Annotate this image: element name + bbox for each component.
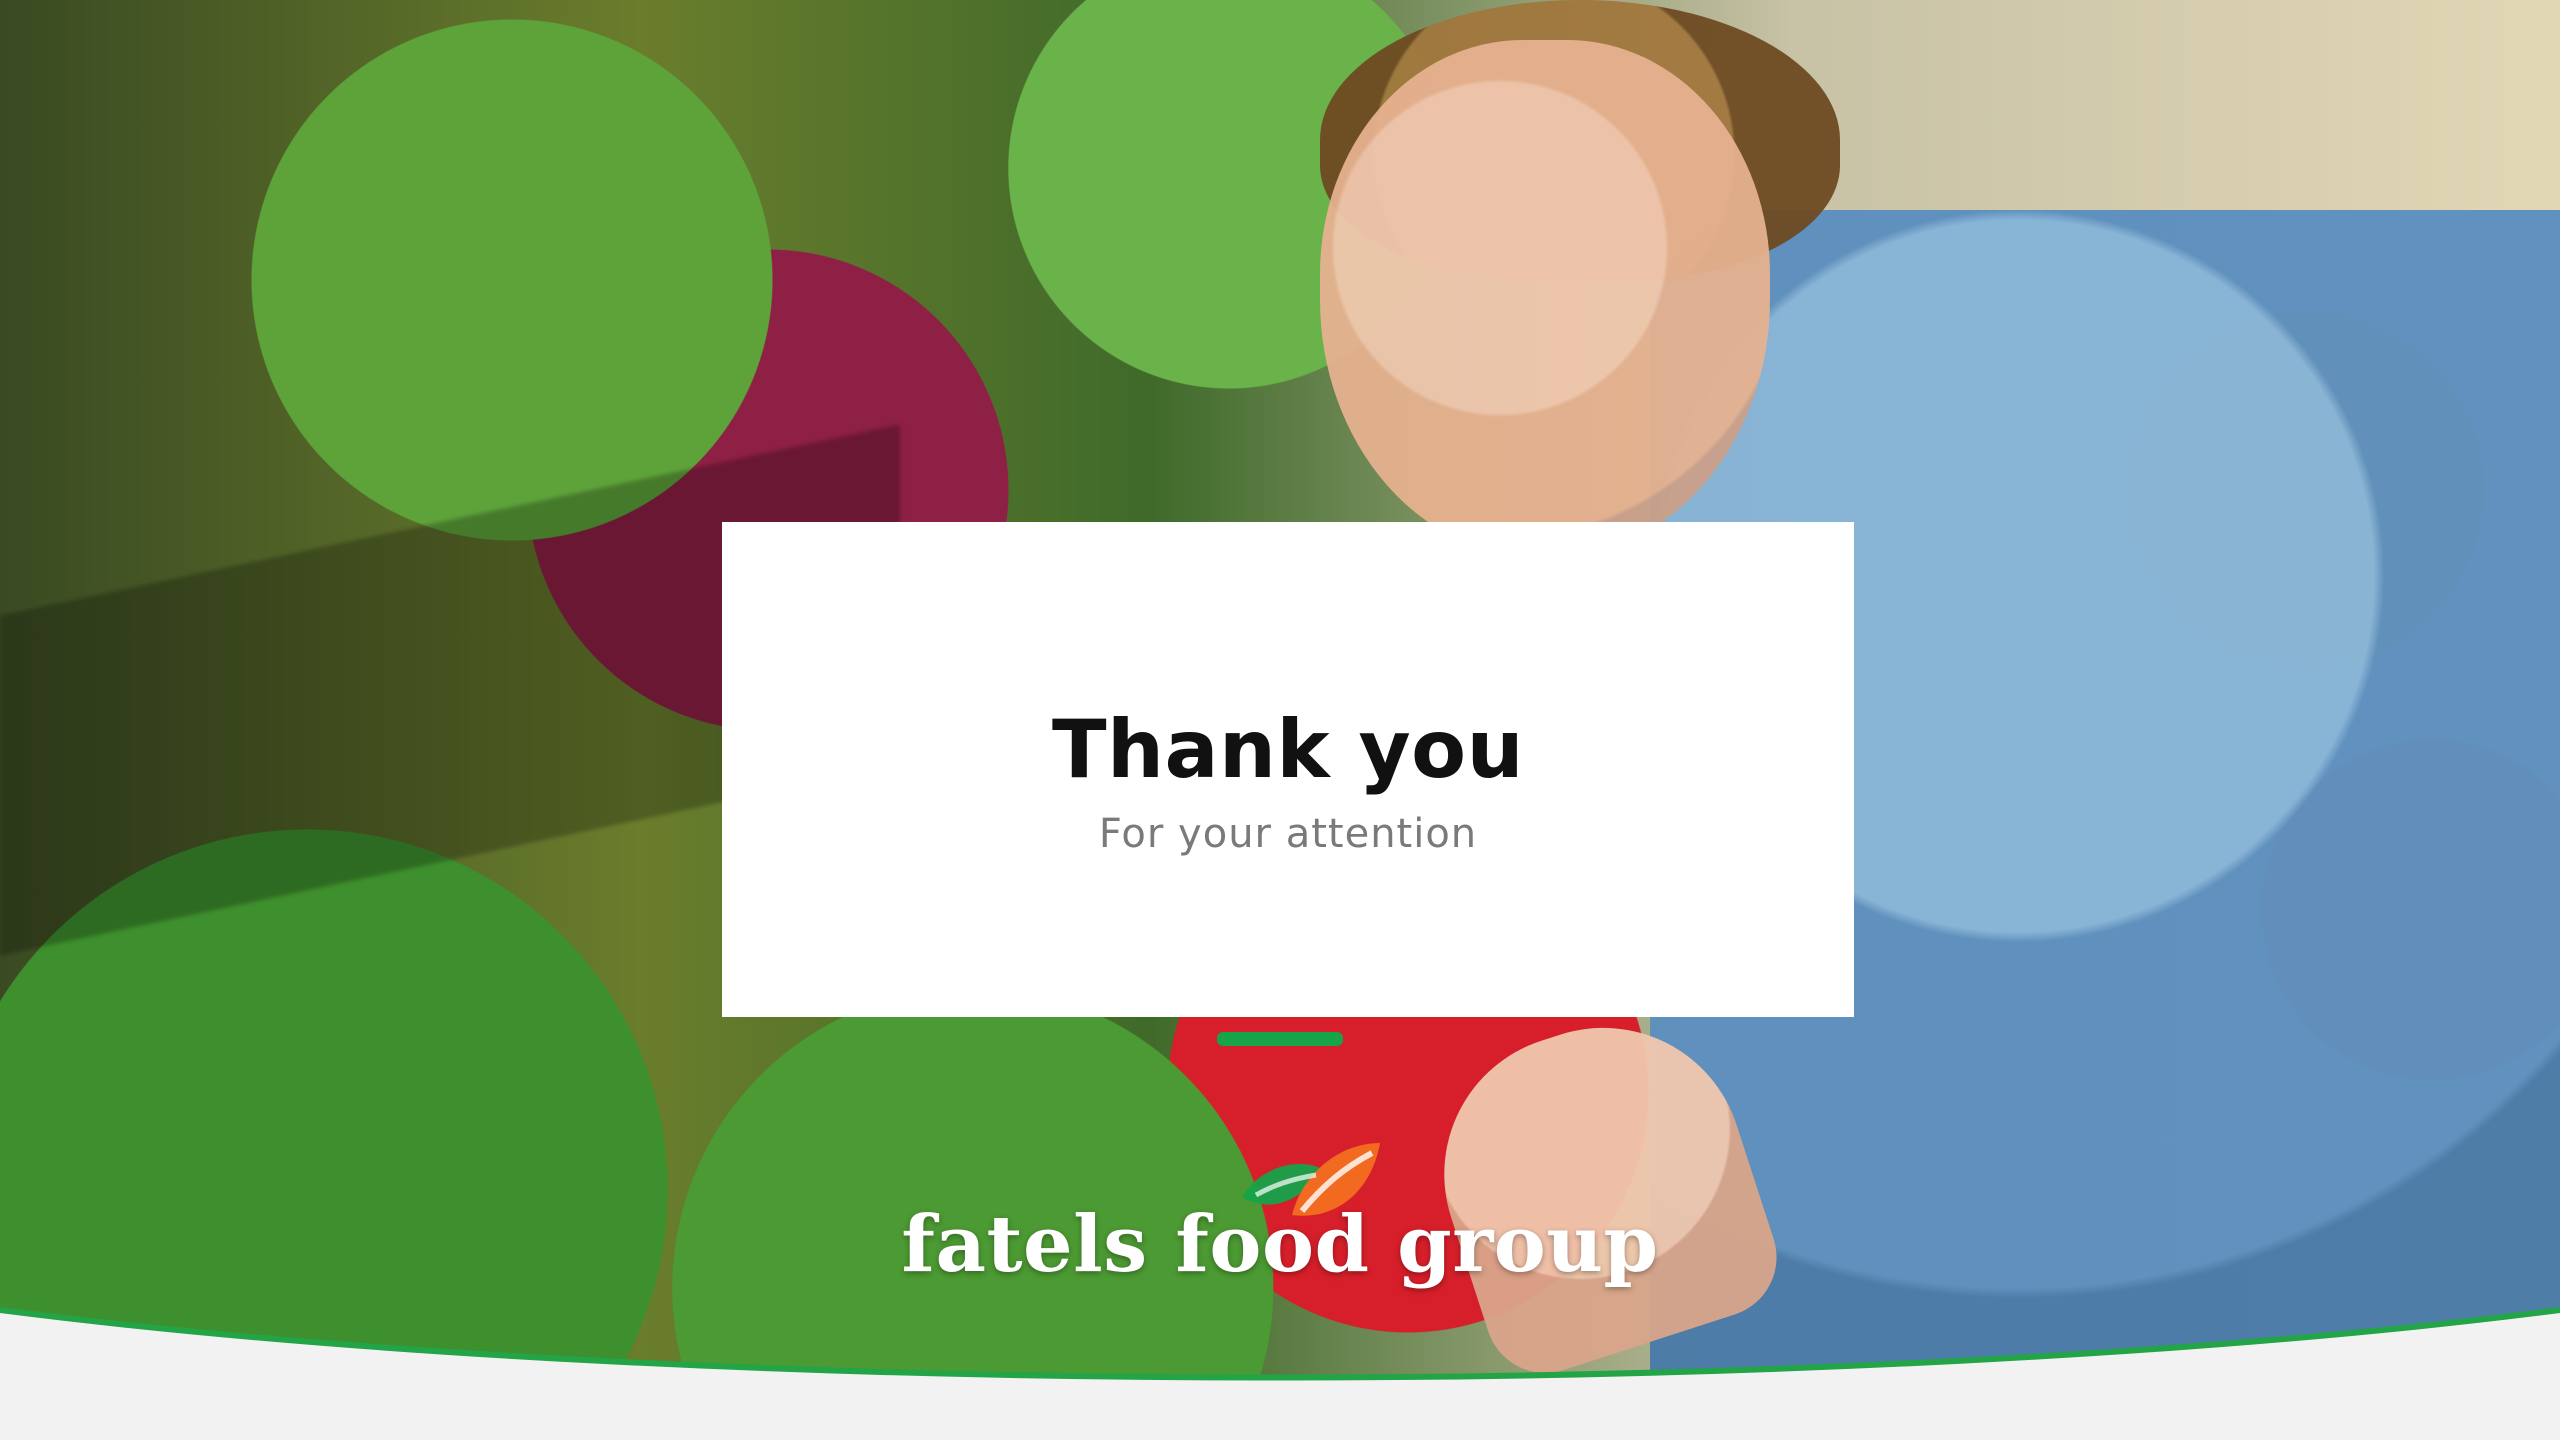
slide-subtitle: For your attention [1098, 811, 1478, 857]
brand-name: fatels food group [901, 1199, 1659, 1290]
slide-title: Thank you [1051, 703, 1525, 796]
person-head [1320, 40, 1770, 560]
brand-accent-bar [1217, 1032, 1343, 1046]
brand-logo: fatels food group [900, 1020, 1660, 1310]
message-card: Thank you For your attention [722, 522, 1854, 1017]
presentation-slide: Thank you For your attention fatels food… [0, 0, 2560, 1440]
